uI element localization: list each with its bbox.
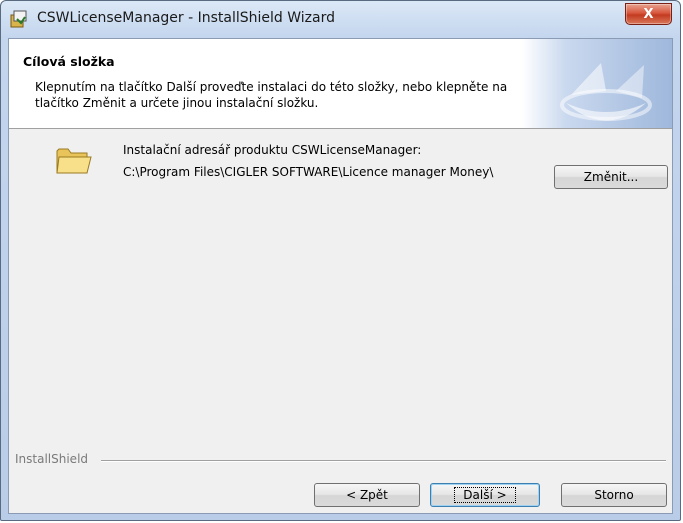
change-button[interactable]: Změnit... (554, 165, 668, 189)
back-button-label: < Zpět (346, 488, 388, 502)
footer-divider (101, 460, 666, 462)
back-button[interactable]: < Zpět (314, 483, 420, 507)
page-title: Cílová složka (23, 54, 115, 69)
next-button-label: Další > (454, 487, 516, 503)
change-button-label: Změnit... (583, 170, 639, 184)
cancel-button-label: Storno (594, 488, 634, 502)
close-button[interactable]: X (625, 3, 672, 25)
folder-icon (56, 148, 92, 174)
installshield-brand: InstallShield (15, 452, 89, 466)
wizard-client-area: Cílová složka Klepnutím na tlačítko Dalš… (8, 38, 673, 514)
destination-path: C:\Program Files\CIGLER SOFTWARE\Licence… (123, 165, 494, 179)
page-description: Klepnutím na tlačítko Další proveďte ins… (35, 80, 508, 110)
wizard-banner: Cílová složka Klepnutím na tlačítko Dalš… (9, 39, 672, 129)
close-icon: X (643, 6, 654, 22)
installer-window: CSWLicenseManager - InstallShield Wizard… (0, 0, 681, 521)
cancel-button[interactable]: Storno (561, 483, 667, 507)
destination-label: Instalační adresář produktu CSWLicenseMa… (123, 143, 422, 157)
window-title: CSWLicenseManager - InstallShield Wizard (37, 10, 335, 26)
installer-icon (10, 10, 27, 28)
title-bar[interactable]: CSWLicenseManager - InstallShield Wizard… (1, 1, 680, 37)
next-button[interactable]: Další > (430, 483, 540, 507)
